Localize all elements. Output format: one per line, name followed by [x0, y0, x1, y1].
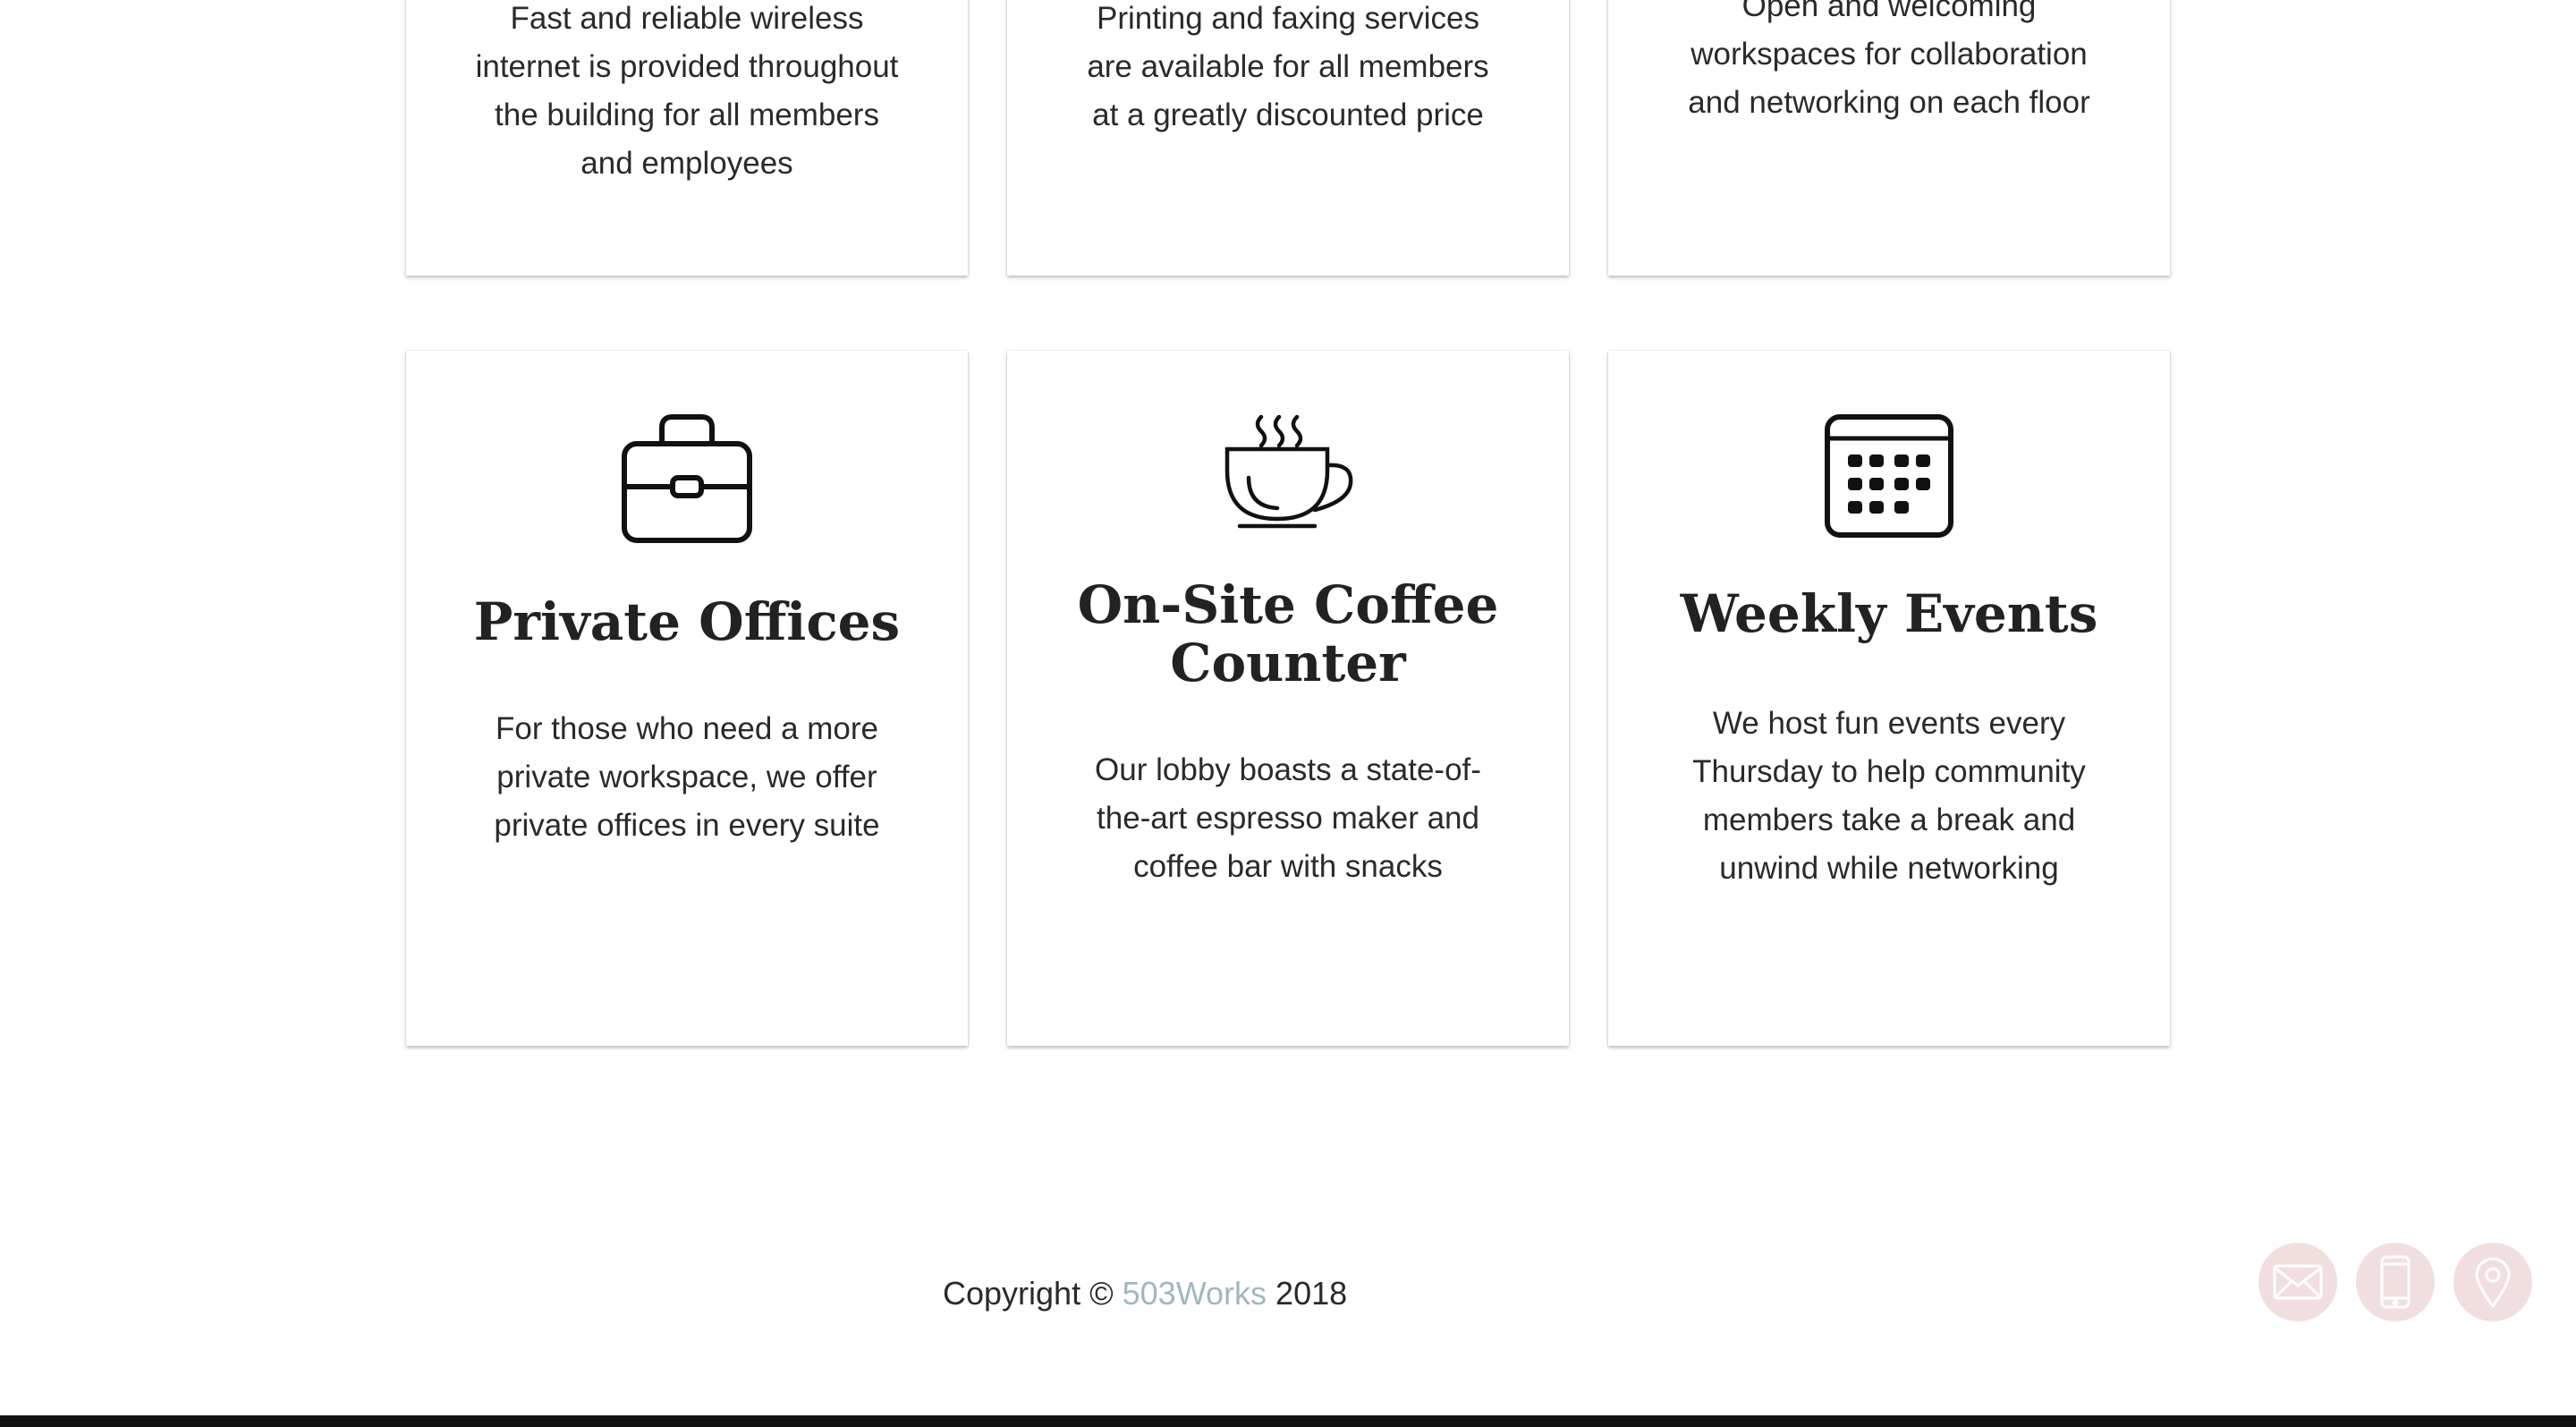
feature-card-wifi: Fast and reliable wireless internet is p…: [406, 0, 968, 276]
feature-card-private-offices: Private Offices For those who need a mor…: [406, 351, 968, 1046]
feature-description: Printing and faxing services are availab…: [1087, 1, 1489, 132]
bottom-edge-bar: [0, 1415, 2576, 1427]
coffee-cup-icon: [1007, 413, 1569, 530]
mail-icon: [2273, 1264, 2323, 1300]
feature-description: For those who need a more private worksp…: [494, 711, 880, 843]
feature-card-weekly-events: Weekly Events We host fun events every T…: [1608, 351, 2170, 1046]
contact-location-button[interactable]: [2453, 1243, 2532, 1321]
copyright-year: 2018: [1275, 1275, 1348, 1312]
copyright-prefix: Copyright ©: [943, 1275, 1114, 1312]
feature-card-coffee-counter: On-Site Coffee Counter Our lobby boasts …: [1007, 351, 1569, 1046]
calendar-icon: [1608, 413, 2170, 539]
feature-title: On-Site Coffee Counter: [1077, 574, 1499, 693]
location-pin-icon: [2475, 1257, 2511, 1308]
footer-copyright: Copyright © 503Works 2018: [943, 1275, 1347, 1312]
brand-link[interactable]: 503Works: [1123, 1275, 1267, 1312]
feature-card-printing: Printing and faxing services are availab…: [1007, 0, 1569, 276]
briefcase-icon: [406, 413, 968, 546]
feature-title: Private Offices: [473, 591, 901, 652]
page: Fast and reliable wireless internet is p…: [0, 0, 2576, 1427]
feature-description: We host fun events every Thursday to hel…: [1692, 706, 2086, 886]
feature-description: Our lobby boasts a state-of-the-art espr…: [1095, 752, 1481, 884]
contact-phone-button[interactable]: [2356, 1243, 2435, 1321]
feature-title: Weekly Events: [1680, 583, 2098, 644]
feature-card-workspaces: Open and welcoming workspaces for collab…: [1608, 0, 2170, 276]
contact-mail-button[interactable]: [2258, 1243, 2337, 1321]
feature-description: Open and welcoming workspaces for collab…: [1688, 0, 2090, 120]
phone-icon: [2380, 1255, 2411, 1309]
feature-description: Fast and reliable wireless internet is p…: [475, 1, 899, 181]
